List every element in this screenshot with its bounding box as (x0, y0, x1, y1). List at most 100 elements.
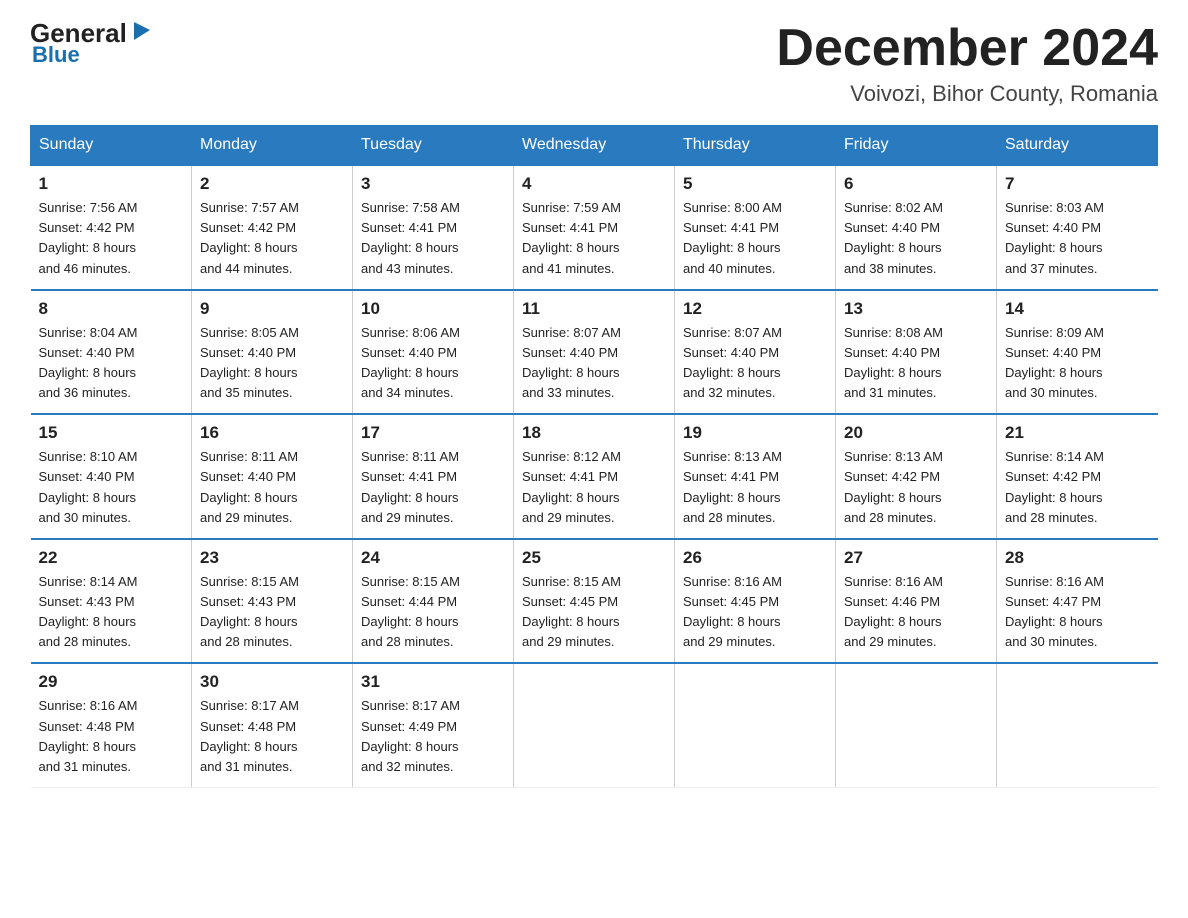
calendar-day-cell: 19 Sunrise: 8:13 AM Sunset: 4:41 PM Dayli… (675, 414, 836, 539)
day-number: 1 (39, 174, 184, 194)
day-info: Sunrise: 8:17 AM Sunset: 4:48 PM Dayligh… (200, 696, 344, 777)
day-info: Sunrise: 8:09 AM Sunset: 4:40 PM Dayligh… (1005, 323, 1150, 404)
calendar-day-cell: 22Sunrise: 8:14 AM Sunset: 4:43 PM Dayli… (31, 539, 192, 664)
day-number: 9 (200, 299, 344, 319)
weekday-header-sunday: Sunday (31, 126, 192, 166)
calendar-day-cell: 7 Sunrise: 8:03 AM Sunset: 4:40 PM Daylig… (997, 165, 1158, 290)
calendar-empty-cell (514, 663, 675, 787)
calendar-day-cell: 8 Sunrise: 8:04 AM Sunset: 4:40 PM Daylig… (31, 290, 192, 415)
calendar-day-cell: 3Sunrise: 7:58 AM Sunset: 4:41 PM Daylig… (353, 165, 514, 290)
day-info: Sunrise: 7:56 AM Sunset: 4:42 PM Dayligh… (39, 198, 184, 279)
calendar-day-cell: 18 Sunrise: 8:12 AM Sunset: 4:41 PM Dayli… (514, 414, 675, 539)
page-header: General Blue December 2024 Voivozi, Biho… (30, 20, 1158, 107)
weekday-header-tuesday: Tuesday (353, 126, 514, 166)
calendar-day-cell: 15Sunrise: 8:10 AM Sunset: 4:40 PM Dayli… (31, 414, 192, 539)
day-number: 13 (844, 299, 988, 319)
day-number: 26 (683, 548, 827, 568)
calendar-day-cell: 24 Sunrise: 8:15 AM Sunset: 4:44 PM Dayli… (353, 539, 514, 664)
calendar-day-cell: 6Sunrise: 8:02 AM Sunset: 4:40 PM Daylig… (836, 165, 997, 290)
day-info: Sunrise: 8:04 AM Sunset: 4:40 PM Dayligh… (39, 323, 184, 404)
day-info: Sunrise: 8:15 AM Sunset: 4:44 PM Dayligh… (361, 572, 505, 653)
day-info: Sunrise: 8:16 AM Sunset: 4:45 PM Dayligh… (683, 572, 827, 653)
day-number: 28 (1005, 548, 1150, 568)
calendar-day-cell: 17 Sunrise: 8:11 AM Sunset: 4:41 PM Dayli… (353, 414, 514, 539)
day-number: 12 (683, 299, 827, 319)
day-info: Sunrise: 8:14 AM Sunset: 4:42 PM Dayligh… (1005, 447, 1150, 528)
calendar-day-cell: 1 Sunrise: 7:56 AM Sunset: 4:42 PM Daylig… (31, 165, 192, 290)
weekday-header-saturday: Saturday (997, 126, 1158, 166)
day-number: 15 (39, 423, 184, 443)
day-number: 14 (1005, 299, 1150, 319)
day-number: 17 (361, 423, 505, 443)
day-info: Sunrise: 8:08 AM Sunset: 4:40 PM Dayligh… (844, 323, 988, 404)
day-info: Sunrise: 8:14 AM Sunset: 4:43 PM Dayligh… (39, 572, 184, 653)
day-number: 20 (844, 423, 988, 443)
day-info: Sunrise: 8:13 AM Sunset: 4:42 PM Dayligh… (844, 447, 988, 528)
day-info: Sunrise: 8:11 AM Sunset: 4:40 PM Dayligh… (200, 447, 344, 528)
calendar-day-cell: 29Sunrise: 8:16 AM Sunset: 4:48 PM Dayli… (31, 663, 192, 787)
day-number: 4 (522, 174, 666, 194)
location-title: Voivozi, Bihor County, Romania (776, 81, 1158, 107)
calendar-day-cell: 26 Sunrise: 8:16 AM Sunset: 4:45 PM Dayli… (675, 539, 836, 664)
logo: General Blue (30, 20, 152, 68)
calendar-day-cell: 2Sunrise: 7:57 AM Sunset: 4:42 PM Daylig… (192, 165, 353, 290)
weekday-header-wednesday: Wednesday (514, 126, 675, 166)
day-number: 25 (522, 548, 666, 568)
day-info: Sunrise: 8:13 AM Sunset: 4:41 PM Dayligh… (683, 447, 827, 528)
day-number: 27 (844, 548, 988, 568)
day-info: Sunrise: 8:16 AM Sunset: 4:47 PM Dayligh… (1005, 572, 1150, 653)
weekday-header-monday: Monday (192, 126, 353, 166)
calendar-day-cell: 10Sunrise: 8:06 AM Sunset: 4:40 PM Dayli… (353, 290, 514, 415)
day-info: Sunrise: 8:07 AM Sunset: 4:40 PM Dayligh… (683, 323, 827, 404)
day-info: Sunrise: 8:17 AM Sunset: 4:49 PM Dayligh… (361, 696, 505, 777)
logo-triangle-icon (130, 20, 152, 42)
calendar-week-row: 29Sunrise: 8:16 AM Sunset: 4:48 PM Dayli… (31, 663, 1158, 787)
calendar-table: SundayMondayTuesdayWednesdayThursdayFrid… (30, 125, 1158, 788)
day-info: Sunrise: 8:05 AM Sunset: 4:40 PM Dayligh… (200, 323, 344, 404)
day-number: 16 (200, 423, 344, 443)
day-number: 18 (522, 423, 666, 443)
calendar-day-cell: 21 Sunrise: 8:14 AM Sunset: 4:42 PM Dayli… (997, 414, 1158, 539)
weekday-header-row: SundayMondayTuesdayWednesdayThursdayFrid… (31, 126, 1158, 166)
calendar-empty-cell (836, 663, 997, 787)
calendar-week-row: 1 Sunrise: 7:56 AM Sunset: 4:42 PM Daylig… (31, 165, 1158, 290)
day-number: 11 (522, 299, 666, 319)
calendar-week-row: 15Sunrise: 8:10 AM Sunset: 4:40 PM Dayli… (31, 414, 1158, 539)
calendar-day-cell: 23Sunrise: 8:15 AM Sunset: 4:43 PM Dayli… (192, 539, 353, 664)
day-number: 7 (1005, 174, 1150, 194)
calendar-day-cell: 14 Sunrise: 8:09 AM Sunset: 4:40 PM Dayli… (997, 290, 1158, 415)
calendar-day-cell: 28 Sunrise: 8:16 AM Sunset: 4:47 PM Dayli… (997, 539, 1158, 664)
month-title: December 2024 (776, 20, 1158, 77)
day-number: 24 (361, 548, 505, 568)
calendar-empty-cell (997, 663, 1158, 787)
calendar-day-cell: 16 Sunrise: 8:11 AM Sunset: 4:40 PM Dayli… (192, 414, 353, 539)
calendar-day-cell: 13 Sunrise: 8:08 AM Sunset: 4:40 PM Dayli… (836, 290, 997, 415)
weekday-header-friday: Friday (836, 126, 997, 166)
day-number: 19 (683, 423, 827, 443)
day-info: Sunrise: 7:59 AM Sunset: 4:41 PM Dayligh… (522, 198, 666, 279)
day-info: Sunrise: 7:57 AM Sunset: 4:42 PM Dayligh… (200, 198, 344, 279)
day-info: Sunrise: 8:03 AM Sunset: 4:40 PM Dayligh… (1005, 198, 1150, 279)
day-info: Sunrise: 8:12 AM Sunset: 4:41 PM Dayligh… (522, 447, 666, 528)
day-info: Sunrise: 8:15 AM Sunset: 4:43 PM Dayligh… (200, 572, 344, 653)
day-number: 31 (361, 672, 505, 692)
day-info: Sunrise: 8:00 AM Sunset: 4:41 PM Dayligh… (683, 198, 827, 279)
day-info: Sunrise: 8:07 AM Sunset: 4:40 PM Dayligh… (522, 323, 666, 404)
title-area: December 2024 Voivozi, Bihor County, Rom… (776, 20, 1158, 107)
day-info: Sunrise: 8:11 AM Sunset: 4:41 PM Dayligh… (361, 447, 505, 528)
calendar-day-cell: 4 Sunrise: 7:59 AM Sunset: 4:41 PM Daylig… (514, 165, 675, 290)
calendar-day-cell: 31 Sunrise: 8:17 AM Sunset: 4:49 PM Dayli… (353, 663, 514, 787)
day-number: 10 (361, 299, 505, 319)
calendar-day-cell: 5 Sunrise: 8:00 AM Sunset: 4:41 PM Daylig… (675, 165, 836, 290)
calendar-day-cell: 27 Sunrise: 8:16 AM Sunset: 4:46 PM Dayli… (836, 539, 997, 664)
day-info: Sunrise: 8:16 AM Sunset: 4:46 PM Dayligh… (844, 572, 988, 653)
calendar-day-cell: 12 Sunrise: 8:07 AM Sunset: 4:40 PM Dayli… (675, 290, 836, 415)
day-number: 5 (683, 174, 827, 194)
day-info: Sunrise: 8:15 AM Sunset: 4:45 PM Dayligh… (522, 572, 666, 653)
calendar-day-cell: 25 Sunrise: 8:15 AM Sunset: 4:45 PM Dayli… (514, 539, 675, 664)
day-number: 21 (1005, 423, 1150, 443)
calendar-week-row: 22Sunrise: 8:14 AM Sunset: 4:43 PM Dayli… (31, 539, 1158, 664)
day-info: Sunrise: 7:58 AM Sunset: 4:41 PM Dayligh… (361, 198, 505, 279)
day-number: 8 (39, 299, 184, 319)
day-number: 30 (200, 672, 344, 692)
